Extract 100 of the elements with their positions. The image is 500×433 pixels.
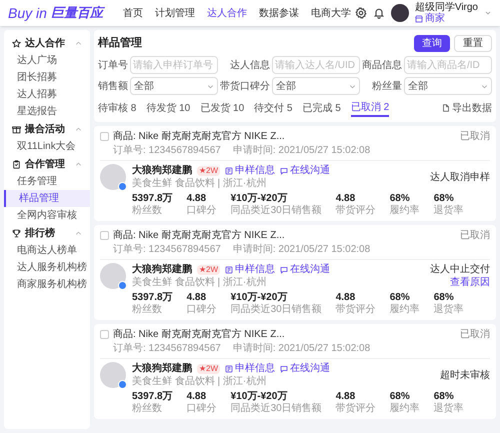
shop-icon [414,14,423,22]
order-number: 订单号: 1234567894567 [113,145,221,157]
trophy-icon [12,228,21,238]
stat-value: 5397.8万 [132,391,173,402]
stat-label: 退货率 [434,403,464,415]
field-label: 商品信息 [362,58,402,72]
creator-name: 大狼狗郑建鹏 [132,263,192,276]
sidebar-item[interactable]: 电商达人榜单 [4,242,90,259]
document-icon [225,266,233,274]
nav-link[interactable]: 数据参谋 [258,6,299,20]
nav-link[interactable]: 达人合作 [206,6,247,20]
field-label: 达人信息 [229,58,270,72]
stat-value: 68% [434,193,455,204]
creator-link[interactable]: 在线沟通 [280,263,330,276]
tab[interactable]: 待审核 8 [98,99,136,117]
user-role: 商家 [424,13,445,24]
sidebar-item[interactable]: 全网内容审核 [4,207,90,224]
checkbox[interactable] [100,132,109,140]
creator-tags: 美食生鲜 食品饮料 | 浙江·杭州 [132,375,434,388]
stat-value: ¥10万-¥20万 [230,391,288,402]
stat-label: 带货评分 [336,403,376,415]
select-field[interactable]: 全部 [272,77,360,95]
sidebar-item[interactable]: 双11Link大会 [4,138,90,155]
star-icon [12,38,21,48]
sidebar-group-header[interactable]: 排行榜 [4,224,90,242]
creator-name: 大狼狗郑建鹏 [132,164,192,177]
stat-value: 5397.8万 [132,193,173,204]
sidebar-item[interactable]: 达人招募 [4,86,90,103]
apply-time: 申请时间: 2021/05/27 15:02:08 [232,145,370,157]
user-name: 超级同学Virgo [414,2,478,13]
sidebar-item[interactable]: 星选报告 [4,103,90,120]
view-reason-link[interactable]: 查看原因 [450,276,490,289]
tab[interactable]: 已完成 5 [302,99,341,117]
select-field[interactable]: 全部 [130,77,218,95]
tab[interactable]: 待发货 10 [146,99,190,117]
tab[interactable]: 已发货 10 [200,99,244,117]
apply-time: 申请时间: 2021/05/27 15:02:08 [232,343,370,355]
sidebar-group-header[interactable]: 合作管理 [4,155,90,173]
stat-value: ¥10万-¥20万 [230,193,288,204]
stat-value: 5397.8万 [132,292,173,304]
input-field[interactable]: 请输入达人名/UID [272,56,360,74]
level-badge: ★2W [197,166,220,176]
verified-badge [118,182,127,191]
nav-link[interactable]: 计划管理 [154,6,195,20]
stat-label: 粉丝数 [132,403,163,415]
sidebar-group-header[interactable]: 达人合作 [4,34,90,52]
sidebar-item[interactable]: 商家服务机构榜 [4,276,90,293]
sidebar-item[interactable]: 任务管理 [4,173,90,190]
checkbox[interactable] [100,230,109,240]
result-status: 超时未审核 [440,368,490,382]
chevron-down-icon [207,82,214,90]
creator-link[interactable]: 申样信息 [225,362,275,375]
file-icon [442,104,450,112]
bell-icon [372,7,385,19]
sidebar-item[interactable]: 达人广场 [4,52,90,69]
stat-label: 口碑分 [186,403,217,415]
result-status: 达人取消申样 [430,170,490,184]
settings-icon [354,7,367,19]
chat-icon [280,266,288,274]
input-field[interactable]: 请输入申样订单号 [130,56,218,74]
stat-value: 68% [434,292,455,304]
chat-icon [280,364,288,372]
sidebar-item[interactable]: 团长招募 [4,69,90,86]
stat-label: 粉丝数 [132,304,163,316]
tab[interactable]: 已取消 2 [350,99,390,117]
stat-value: 4.88 [186,391,208,403]
stat-label: 退货率 [434,205,464,217]
nav-link[interactable]: 电商大学 [310,6,351,20]
field-label: 粉丝量 [371,80,402,94]
creator-link[interactable]: 在线沟通 [280,164,330,177]
stat-value: 4.88 [186,193,208,205]
stat-value: ¥10万-¥20万 [230,292,288,304]
sidebar-item[interactable]: 达人服务机构榜 [4,259,90,276]
select-field[interactable]: 全部 [404,77,492,95]
creator-link[interactable]: 申样信息 [225,164,275,177]
checkbox[interactable] [100,330,109,338]
field-label: 销售额 [98,80,128,94]
input-field[interactable]: 请输入商品名/ID [404,56,492,74]
stat-value: 68% [390,391,411,402]
stat-value: 4.88 [336,292,356,304]
creator-tags: 美食生鲜 食品饮料 | 浙江·杭州 [132,177,424,190]
stat-value: 68% [434,391,455,402]
search-button[interactable]: 查询 [414,35,450,52]
verified-badge [118,281,127,290]
creator-link[interactable]: 在线沟通 [280,362,330,375]
stat-label: 同品类近30日销售额 [230,403,322,415]
tab[interactable]: 待交付 5 [254,99,292,117]
nav-link[interactable]: 首页 [122,6,143,20]
reset-button[interactable]: 重置 [454,35,492,52]
product-name: 商品: Nike 耐克耐克耐克官方 NIKE Z... [113,228,285,242]
settings-button[interactable] [354,7,367,19]
stat-label: 同品类近30日销售额 [230,205,322,217]
stat-label: 带货评分 [336,304,376,316]
sidebar-group-header[interactable]: 撮合活动 [4,120,90,138]
order-status: 已取消 [460,228,490,242]
notification-button[interactable] [372,7,385,19]
export-button[interactable]: 导出数据 [442,100,492,116]
creator-link[interactable]: 申样信息 [225,263,275,276]
logo-text: Buy in [8,4,47,23]
sidebar-item[interactable]: 样品管理 [4,190,90,207]
